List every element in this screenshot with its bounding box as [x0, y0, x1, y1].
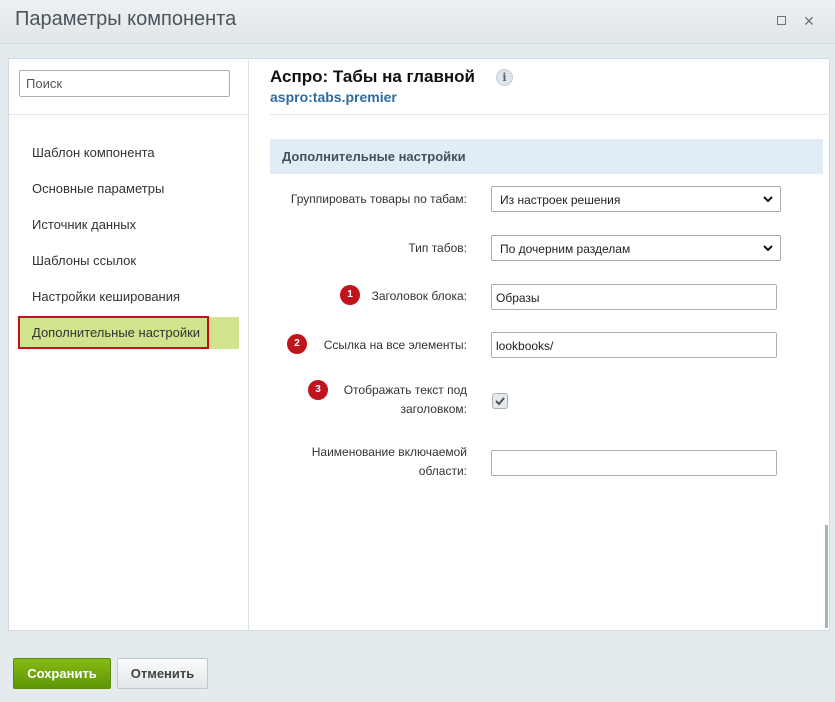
close-icon[interactable]: ✕ — [802, 14, 816, 28]
tabs-type-value: По дочерним разделам — [500, 242, 631, 256]
tabs-type-select[interactable]: По дочерним разделам — [491, 235, 781, 261]
divider — [270, 114, 830, 115]
include-area-label-line2: области: — [418, 464, 467, 478]
sidebar-item-link-templates[interactable]: Шаблоны ссылок — [32, 253, 136, 268]
group-by-tabs-label: Группировать товары по табам: — [290, 192, 467, 206]
block-title-label: Заголовок блока: — [371, 289, 467, 303]
component-settings-panel: Шаблон компонента Основные параметры Ист… — [8, 58, 830, 631]
group-by-tabs-value: Из настроек решения — [500, 193, 621, 207]
tabs-type-label: Тип табов: — [408, 241, 467, 255]
sidebar-item-caching[interactable]: Настройки кеширования — [32, 289, 180, 304]
include-area-input[interactable] — [491, 450, 777, 476]
cancel-button[interactable]: Отменить — [117, 658, 208, 689]
include-area-label-line1: Наименование включаемой — [311, 445, 467, 459]
sidebar: Шаблон компонента Основные параметры Ист… — [9, 59, 249, 630]
all-link-input[interactable]: lookbooks/ — [491, 332, 777, 358]
all-link-value: lookbooks/ — [496, 339, 554, 353]
save-button[interactable]: Сохранить — [13, 658, 111, 689]
component-title: Аспро: Табы на главной — [270, 67, 475, 86]
group-by-tabs-select[interactable]: Из настроек решения — [491, 186, 781, 212]
all-link-label: Ссылка на все элементы: — [323, 338, 467, 352]
info-icon[interactable]: i — [496, 69, 513, 86]
show-text-label-line1: Отображать текст под — [343, 383, 467, 397]
section-title: Дополнительные настройки — [282, 149, 466, 164]
search-input[interactable] — [19, 70, 230, 97]
section-header: Дополнительные настройки — [270, 139, 823, 174]
include-area-label: Наименование включаемой области: — [267, 443, 467, 481]
maximize-icon[interactable] — [774, 14, 788, 28]
scrollbar[interactable] — [825, 525, 828, 628]
window-title: Параметры компонента — [15, 8, 237, 30]
block-title-input[interactable]: Образы — [491, 284, 777, 310]
sidebar-item-additional[interactable]: Дополнительные настройки — [32, 325, 200, 340]
chevron-down-icon — [763, 245, 773, 252]
show-text-label-line2: заголовком: — [400, 402, 467, 416]
show-text-label: Отображать текст под заголовком: — [267, 381, 467, 419]
checkmark-icon — [495, 397, 505, 406]
search-area — [9, 59, 248, 115]
sidebar-item-template[interactable]: Шаблон компонента — [32, 145, 155, 160]
window-titlebar: Параметры компонента ✕ — [0, 0, 835, 44]
component-code: aspro:tabs.premier — [270, 89, 397, 105]
sidebar-item-main-params[interactable]: Основные параметры — [32, 181, 164, 196]
block-title-value: Образы — [496, 291, 540, 305]
show-text-checkbox[interactable] — [492, 393, 508, 409]
sidebar-item-data-source[interactable]: Источник данных — [32, 217, 136, 232]
chevron-down-icon — [763, 196, 773, 203]
